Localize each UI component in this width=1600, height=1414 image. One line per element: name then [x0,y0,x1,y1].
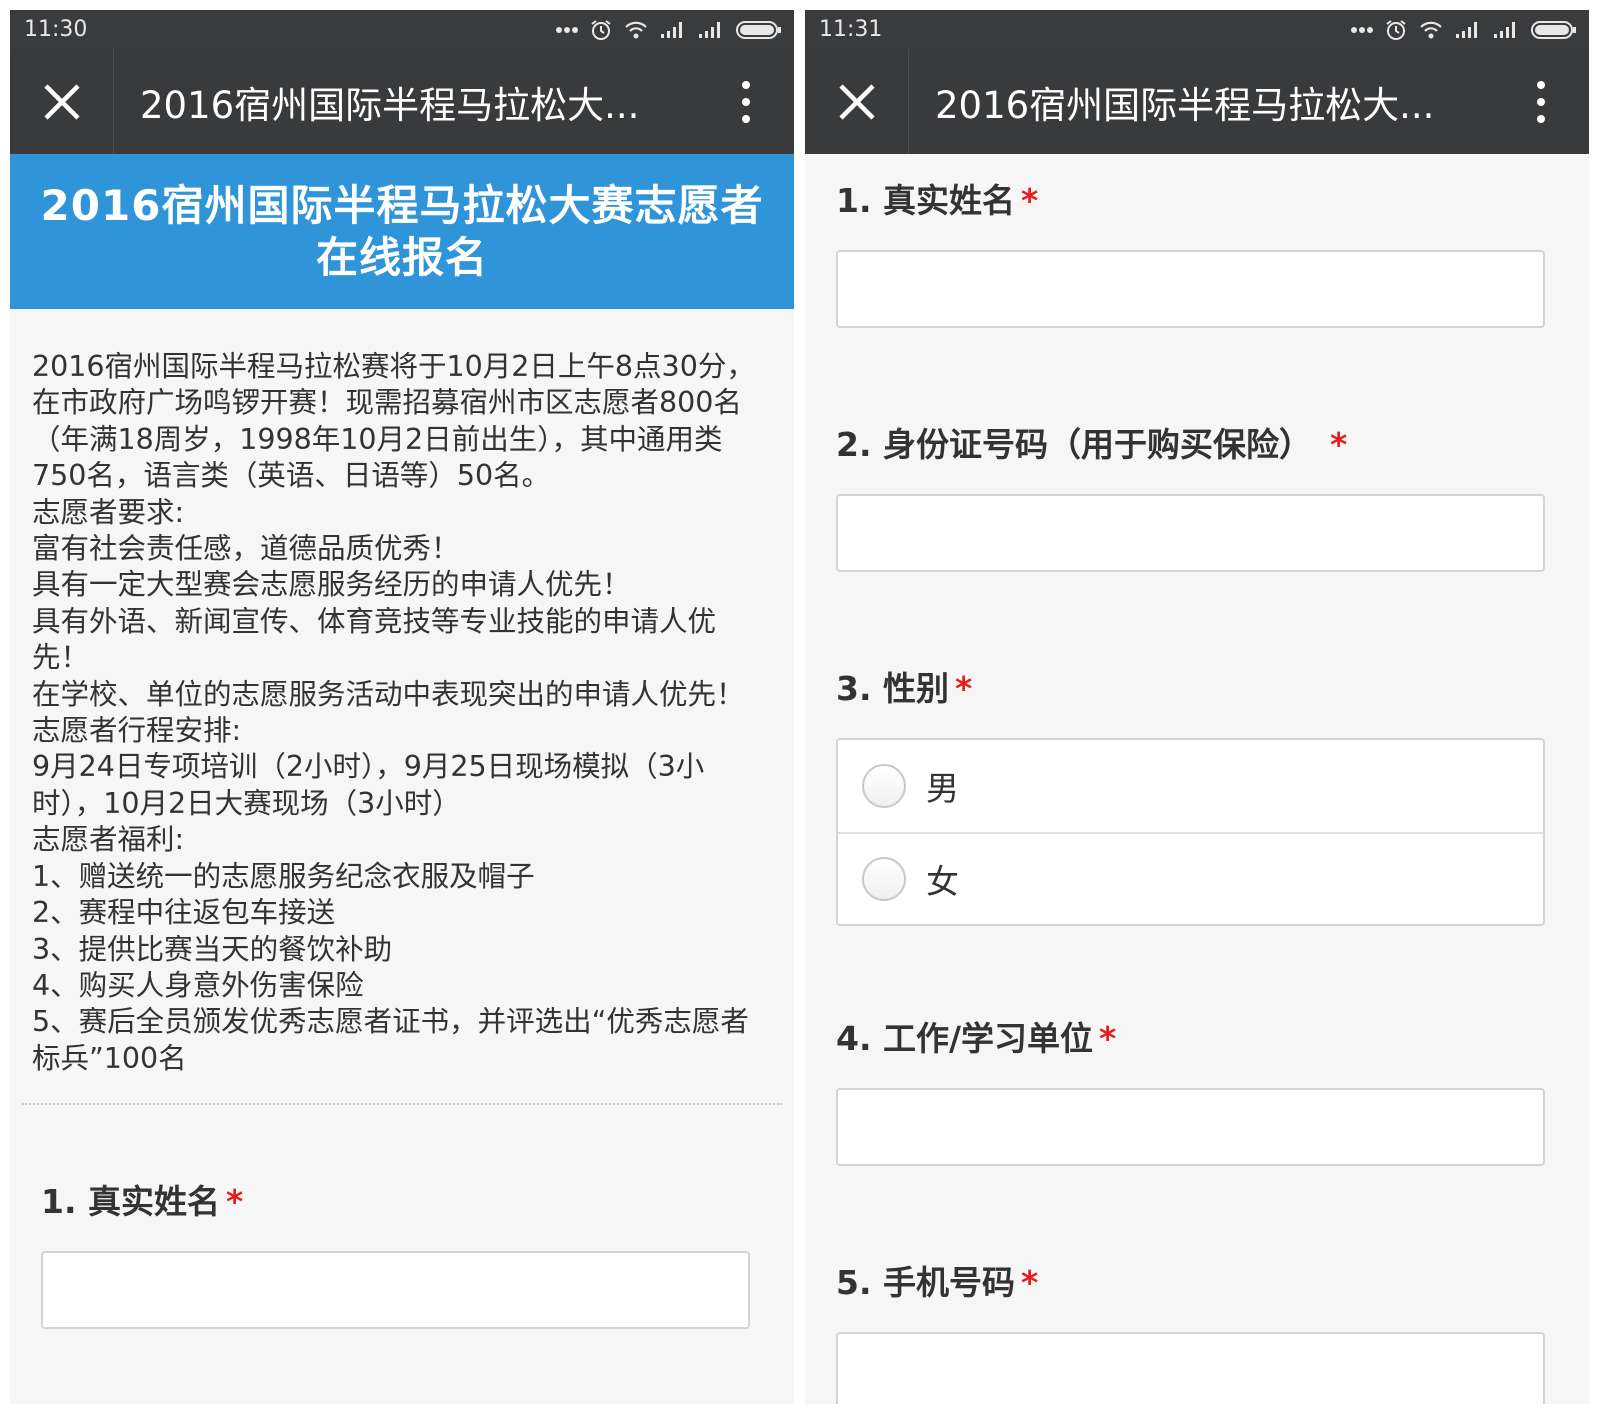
close-icon [43,83,80,120]
question-text: 1. 真实姓名 [836,181,1015,220]
phone-input[interactable] [836,1332,1545,1404]
gender-option-female[interactable]: 女 [838,832,1543,924]
signal-icon [661,21,682,38]
close-icon [838,83,875,120]
question-text: 1. 真实姓名 [41,1182,220,1222]
intro-line: 2、赛程中往返包车接送 [32,896,336,930]
right-screen: 11:31 2016宿州国际半程马拉松大... 1. 真实姓名 * 2. 身份证号… [805,10,1589,1404]
question-name: 1. 真实姓名 * [805,176,1589,328]
form-title: 2016宿州国际半程马拉松大赛志愿者在线报名 [40,180,764,282]
intro-line: 具有一定大型赛会志愿服务经历的申请人优先！ [32,568,631,602]
intro-line: 4、购买人身意外伤害保险 [32,968,364,1002]
required-mark: * [1099,1019,1117,1058]
question-label: 2. 身份证号码（用于购买保险） * [836,420,1559,470]
more-vertical-icon [1537,114,1545,123]
radio-button[interactable] [862,764,906,808]
divider [22,1103,782,1106]
question-text: 5. 手机号码 [836,1263,1015,1302]
intro-line: 志愿者行程安排: [32,714,242,748]
more-vertical-icon [742,80,750,89]
intro-line: 志愿者福利: [32,823,185,857]
question-gender: 3. 性别 * 男 女 [805,664,1589,926]
intro-line: 富有社会责任感，道德品质优秀！ [32,532,460,566]
required-mark: * [1021,1263,1039,1302]
required-mark: * [955,669,973,708]
required-mark: * [1330,425,1348,464]
nav-title: 2016宿州国际半程马拉松大... [935,83,1435,127]
gender-option-male[interactable]: 男 [838,740,1543,832]
battery-icon [736,20,781,39]
intro-line: 具有外语、新闻宣传、体育竞技等专业技能的申请人优先！ [32,604,717,675]
more-vertical-icon [1537,97,1545,106]
question-work-unit: 4. 工作/学习单位 * [805,1014,1589,1166]
form-banner: 2016宿州国际半程马拉松大赛志愿者在线报名 [10,154,794,309]
question-id-number: 2. 身份证号码（用于购买保险） * [805,420,1589,572]
form-description: 2016宿州国际半程马拉松赛将于10月2日上午8点30分，在市政府广场鸣锣开赛！… [10,309,794,1097]
gender-radio-group: 男 女 [836,738,1545,926]
intro-line: 3、提供比赛当天的餐饮补助 [32,932,393,966]
required-mark: * [226,1182,244,1222]
intro-line: 志愿者要求: [32,495,185,529]
question-label: 3. 性别 * [836,664,1559,714]
status-bar: 11:30 [10,10,794,49]
more-vertical-icon [1537,80,1545,89]
close-button[interactable] [805,49,909,154]
wifi-icon [625,21,647,38]
intro-line: 5、赛后全员颁发优秀志愿者证书，并评选出“优秀志愿者标兵”100名 [32,1005,749,1075]
required-mark: * [1021,181,1039,220]
signal-icon [699,21,720,38]
signal-icon [1494,21,1515,38]
radio-label: 男 [926,769,959,808]
question-text: 2. 身份证号码（用于购买保险） [836,425,1312,464]
nav-bar: 2016宿州国际半程马拉松大... [10,49,794,154]
battery-icon [1531,20,1576,39]
question-label: 1. 真实姓名 * [836,176,1559,226]
question-label: 4. 工作/学习单位 * [836,1014,1559,1064]
signal-icon [1456,21,1477,38]
status-time: 11:31 [819,17,883,42]
more-dots-icon [1351,26,1373,33]
question-text: 4. 工作/学习单位 [836,1019,1094,1058]
status-bar: 11:31 [805,10,1589,49]
status-icons [556,19,782,41]
question-phone: 5. 手机号码 * [805,1258,1589,1404]
intro-line: 在学校、单位的志愿服务活动中表现突出的申请人优先！ [32,677,745,711]
work-unit-input[interactable] [836,1088,1545,1166]
wifi-icon [1420,21,1442,38]
alarm-icon [591,19,611,40]
name-input[interactable] [41,1251,750,1330]
nav-bar: 2016宿州国际半程马拉松大... [805,49,1589,154]
close-button[interactable] [10,49,114,154]
left-screen: 11:30 2016宿州国际半程马拉松大... 2016宿州国际半程马拉松大赛志… [10,10,794,1404]
status-time: 11:30 [24,17,88,42]
question-label: 5. 手机号码 * [836,1258,1559,1308]
radio-label: 女 [926,862,959,901]
alarm-icon [1386,19,1406,40]
more-button[interactable] [1493,49,1589,154]
more-vertical-icon [742,97,750,106]
id-number-input[interactable] [836,494,1545,572]
radio-button[interactable] [862,857,906,901]
intro-paragraph: 2016宿州国际半程马拉松赛将于10月2日上午8点30分，在市政府广场鸣锣开赛！… [32,350,755,493]
name-input[interactable] [836,250,1545,328]
nav-title: 2016宿州国际半程马拉松大... [140,83,640,127]
intro-line: 9月24日专项培训（2小时），9月25日现场模拟（3小时），10月2日大赛现场（… [32,750,705,820]
question-text: 3. 性别 [836,669,949,708]
status-icons [1351,19,1577,41]
intro-line: 1、赠送统一的志愿服务纪念衣服及帽子 [32,859,535,893]
question-label: 1. 真实姓名 * [41,1177,764,1227]
question-name: 1. 真实姓名 * [10,1177,794,1330]
more-dots-icon [556,26,578,33]
more-vertical-icon [742,114,750,123]
more-button[interactable] [698,49,794,154]
